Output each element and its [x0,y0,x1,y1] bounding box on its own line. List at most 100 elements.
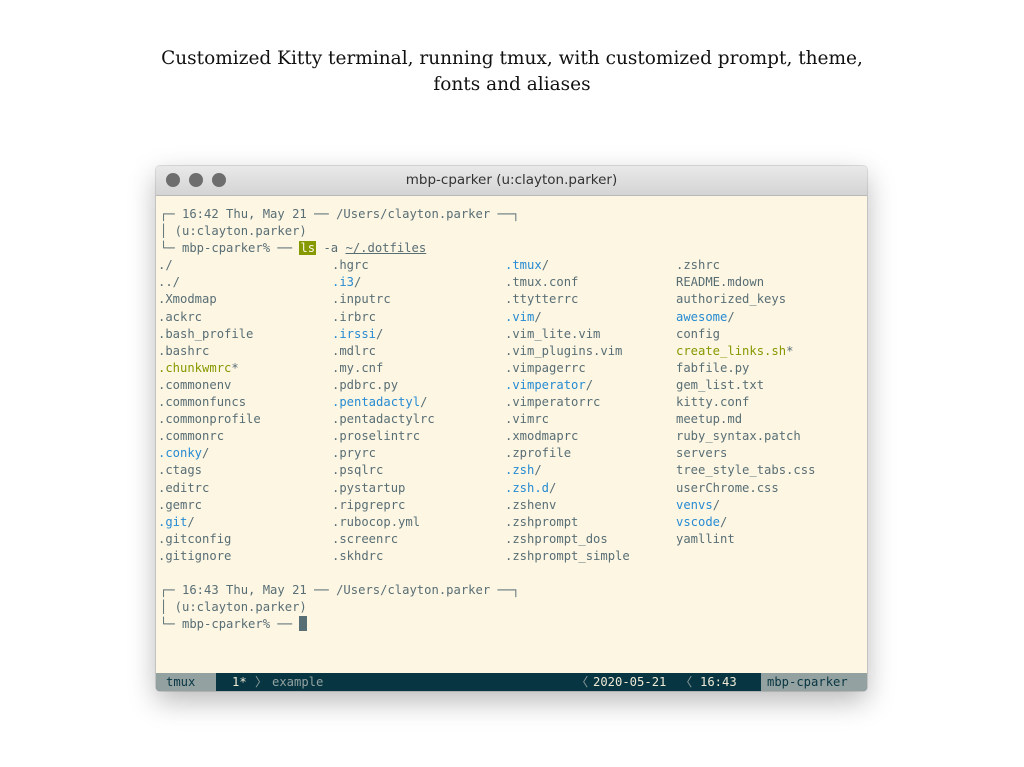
listing-entry: .editrc [158,480,210,495]
chevron-left-icon: 〈 [680,675,693,689]
listing-entry: authorized_keys [676,292,787,307]
listing-entry: ruby_syntax.patch [676,429,801,444]
listing-entry: tree_style_tabs.css [676,463,816,478]
listing-row: .gitignore .skhdrc .zshprompt_simple [156,548,867,565]
listing-entry: vscode/ [676,514,728,529]
listing-entry: .my.cnf [332,360,384,375]
listing-entry: .bash_profile [158,326,254,341]
listing-row: .Xmodmap .inputrc .ttytterrc authorized_key… [156,291,867,308]
listing-entry: gem_list.txt [676,377,765,392]
terminal-window[interactable]: mbp-cparker (u:clayton.parker) ┌─ 16:42 … [156,166,867,691]
listing-entry: .vim_plugins.vim [505,343,623,358]
listing-entry: .commonfuncs [158,395,247,410]
listing-entry: ../ [158,275,181,290]
listing-entry: .zshrc [676,258,721,273]
listing-row: .gitconfig .screenrc .zshprompt_dos yamllin… [156,531,867,548]
listing-entry: servers [676,446,728,461]
listing-entry: venvs/ [676,497,721,512]
listing-entry: .gitconfig [158,531,232,546]
listing-row: .chunkwmrc* .my.cnf .vimpagerrc fabfile.py [156,360,867,377]
directory-listing: ./ .hgrc .tmux/ .zshrc ../ .i3/ .tmux.conf READ… [156,257,867,565]
listing-entry: .pentadactyl/ [332,395,428,410]
listing-entry: config [676,326,721,341]
listing-row: .conky/ .pryrc .zprofile servers [156,445,867,462]
prompt-header-line: ┌─ 16:42 Thu, May 21 ── /Users/clayton.p… [156,206,867,223]
listing-entry: .irssi/ [332,326,384,341]
listing-entry: .vimperatorrc [505,395,601,410]
listing-entry: .mdlrc [332,343,377,358]
listing-entry: .vim/ [505,309,542,324]
listing-entry: meetup.md [676,412,743,427]
listing-row: ./ .hgrc .tmux/ .zshrc [156,257,867,274]
listing-entry: .zshprompt_simple [505,548,630,563]
listing-entry: .proselintrc [332,429,421,444]
listing-entry: .pystartup [332,480,406,495]
listing-entry: .zsh.d/ [505,480,557,495]
status-date: 2020-05-21 [593,675,667,689]
listing-row: .git/ .rubocop.yml .zshprompt vscode/ [156,514,867,531]
listing-entry: .skhdrc [332,548,384,563]
prompt-user-line: │ (u:clayton.parker) [156,223,867,240]
listing-entry: .ackrc [158,309,203,324]
status-host: mbp-cparker [761,673,867,691]
listing-entry: .vimrc [505,412,550,427]
listing-row: .bashrc .mdlrc .vim_plugins.vim create_link… [156,343,867,360]
prompt-host: └─ mbp-cparker% ── [160,617,300,632]
prompt-header-line: ┌─ 16:43 Thu, May 21 ── /Users/clayton.p… [156,582,867,599]
listing-row: ../ .i3/ .tmux.conf README.mdown [156,274,867,291]
listing-entry: .ttytterrc [505,292,579,307]
listing-entry: .vim_lite.vim [505,326,601,341]
listing-entry: .psqlrc [332,463,384,478]
listing-row: .ackrc .irbrc .vim/awesome/ [156,309,867,326]
listing-entry: fabfile.py [676,360,750,375]
status-time: 16:43 [700,675,737,689]
listing-entry: .zshenv [505,497,557,512]
chevron-left-icon: 〈 [576,675,589,689]
listing-row: .bash_profile .irssi/ .vim_lite.vim config [156,326,867,343]
prompt-command-line: └─ mbp-cparker% ── ls -a ~/.dotfiles [156,240,867,257]
terminal-cursor [299,616,308,632]
listing-entry: .tmux.conf [505,275,579,290]
tmux-session-name: tmux [156,673,216,691]
listing-entry: ./ [158,258,173,273]
listing-entry: .screenrc [332,531,399,546]
listing-entry: .pentadactylrc [332,412,435,427]
listing-entry: .commonrc [158,429,225,444]
terminal-content[interactable]: ┌─ 16:42 Thu, May 21 ── /Users/clayton.p… [156,206,867,633]
listing-entry: .commonenv [158,377,232,392]
listing-row: .commonenv .pdbrc.py .vimperator/gem_list.… [156,377,867,394]
listing-entry: create_links.sh* [676,343,794,358]
listing-entry: userChrome.css [676,480,779,495]
listing-row: .gemrc .ripgreprc .zshenv venvs/ [156,497,867,514]
listing-entry: awesome/ [676,309,735,324]
tmux-window-name[interactable]: example [272,673,323,691]
prompt-host: └─ mbp-cparker% ── [160,241,300,256]
listing-entry: .pryrc [332,446,377,461]
listing-entry: .git/ [158,514,195,529]
listing-entry: .tmux/ [505,258,550,273]
prompt-user: │ (u:clayton.parker) [160,224,307,239]
listing-entry: .hgrc [332,258,369,273]
listing-entry: .zprofile [505,446,572,461]
listing-entry: .zsh/ [505,463,542,478]
listing-entry: .vimperator/ [505,377,594,392]
listing-row: .commonprofile .pentadactylrc .vimrc meetup… [156,411,867,428]
listing-entry: .i3/ [332,275,362,290]
listing-entry: .commonprofile [158,412,261,427]
listing-entry: .inputrc [332,292,391,307]
caption-line-2: fonts and aliases [433,74,591,95]
listing-row: .editrc .pystartup .zsh.d/userChrome.css [156,480,867,497]
listing-entry: .zshprompt [505,514,579,529]
listing-entry: .bashrc [158,343,210,358]
window-title: mbp-cparker (u:clayton.parker) [405,172,618,188]
tmux-window-index[interactable]: 1* [232,673,247,691]
prompt-user: │ (u:clayton.parker) [160,600,307,615]
listing-entry: .irbrc [332,309,377,324]
listing-entry: .gemrc [158,497,203,512]
window-titlebar[interactable]: mbp-cparker (u:clayton.parker) [156,166,867,196]
listing-entry: yamllint [676,531,735,546]
caption-line-1: Customized Kitty terminal, running tmux,… [161,48,863,69]
listing-entry: README.mdown [676,275,765,290]
prompt-input-line[interactable]: └─ mbp-cparker% ── [156,616,867,633]
